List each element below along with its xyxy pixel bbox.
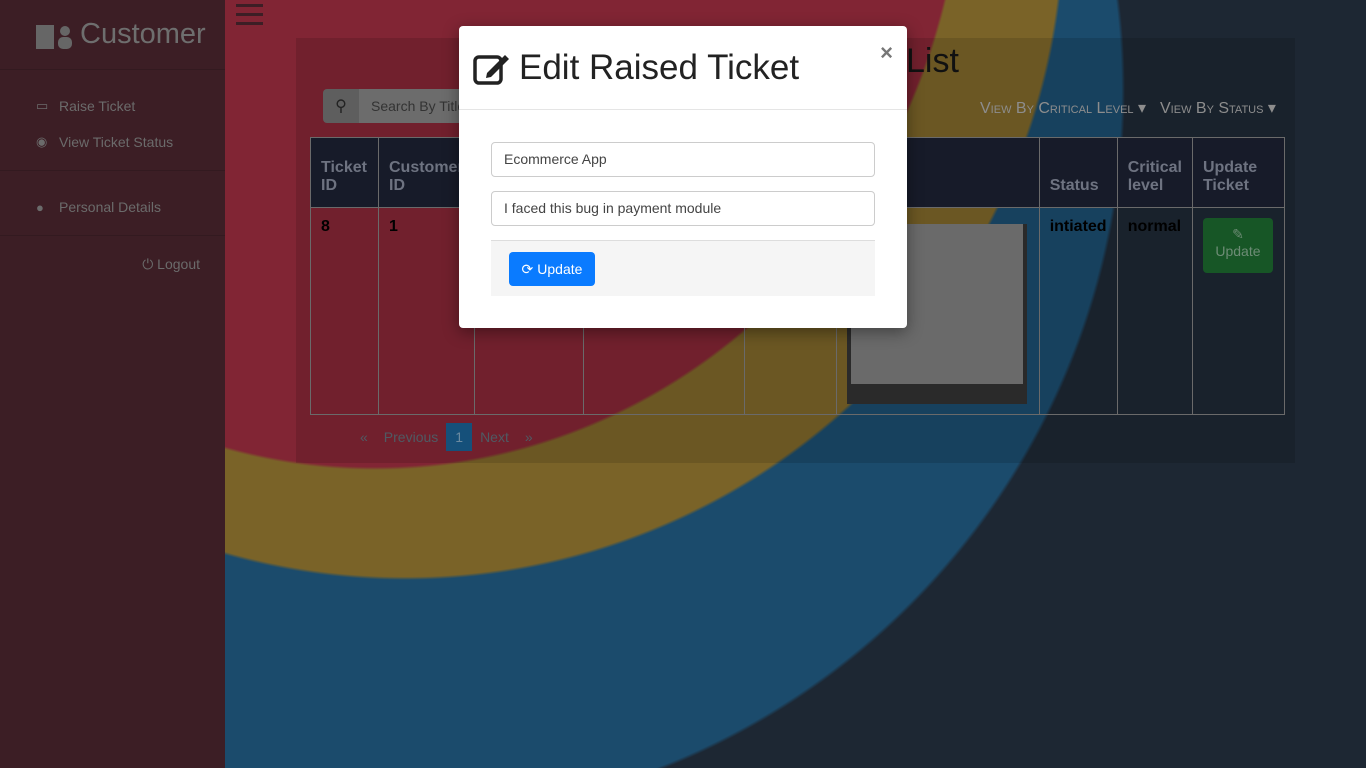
cell-status: intiated	[1038, 207, 1118, 415]
dropdown-label: View By Status	[1160, 100, 1264, 117]
description-input[interactable]: I faced this bug in payment module	[491, 191, 875, 226]
next-page[interactable]: Next	[472, 423, 517, 451]
refresh-icon: ⟳	[521, 260, 534, 277]
modal-footer: ⟳ Update	[491, 240, 875, 296]
sidebar: Customer ▭ Raise Ticket ◉ View Ticket Stat…	[0, 0, 225, 768]
cell-action: ✎ Update	[1191, 207, 1285, 415]
sidebar-item-label: Personal Details	[59, 199, 161, 215]
button-label: Update	[537, 261, 583, 277]
edit-ticket-modal: Edit Raised Ticket × Ecommerce App I fac…	[459, 26, 907, 328]
menu-toggle-icon[interactable]	[236, 4, 263, 31]
logout-link[interactable]: ⏻ Logout	[0, 236, 225, 273]
sidebar-item-label: Raise Ticket	[59, 98, 136, 114]
pagination: « Previous 1 Next »	[352, 423, 541, 451]
power-icon: ⏻	[142, 256, 154, 272]
sidebar-item-raise-ticket[interactable]: ▭ Raise Ticket	[0, 88, 225, 124]
user-icon: ●	[36, 199, 44, 215]
cell-ticket-id: 8	[310, 207, 379, 415]
close-icon[interactable]: ×	[880, 40, 893, 66]
search-group: ⚲ Search By Title	[323, 89, 479, 123]
update-ticket-button[interactable]: ✎ Update	[1202, 218, 1273, 273]
cell-critical-level: normal	[1116, 207, 1193, 415]
first-page[interactable]: «	[352, 423, 376, 451]
brand: Customer	[0, 0, 225, 70]
edit-icon: ✎	[1232, 226, 1244, 242]
logout-label: Logout	[157, 256, 200, 272]
last-page[interactable]: »	[517, 423, 541, 451]
page-1[interactable]: 1	[446, 423, 473, 451]
sidebar-item-label: View Ticket Status	[59, 134, 174, 150]
sidebar-item-view-ticket-status[interactable]: ◉ View Ticket Status	[0, 124, 225, 160]
sidebar-item-personal-details[interactable]: ● Personal Details	[0, 189, 225, 225]
dropdown-label: View By Critical Level	[980, 100, 1134, 117]
title-input[interactable]: Ecommerce App	[491, 142, 875, 177]
status-dropdown[interactable]: View By Status ▾	[1160, 98, 1276, 118]
critical-level-dropdown[interactable]: View By Critical Level ▾	[980, 98, 1146, 118]
hospital-user-icon	[36, 24, 72, 49]
col-status: Status	[1038, 137, 1118, 208]
ticket-icon: ▭	[36, 98, 49, 113]
edit-icon	[473, 54, 509, 85]
eye-icon: ◉	[36, 134, 48, 149]
button-label: Update	[1215, 243, 1261, 259]
col-critical-level: Critical level	[1116, 137, 1193, 208]
col-update-ticket: Update Ticket	[1191, 137, 1285, 208]
update-button[interactable]: ⟳ Update	[509, 252, 595, 286]
modal-title: Edit Raised Ticket	[519, 47, 800, 87]
col-ticket-id: Ticket ID	[310, 137, 379, 208]
previous-page[interactable]: Previous	[376, 423, 446, 451]
search-icon[interactable]: ⚲	[323, 89, 359, 123]
brand-title: Customer	[80, 18, 206, 50]
page-title: List	[906, 42, 959, 80]
